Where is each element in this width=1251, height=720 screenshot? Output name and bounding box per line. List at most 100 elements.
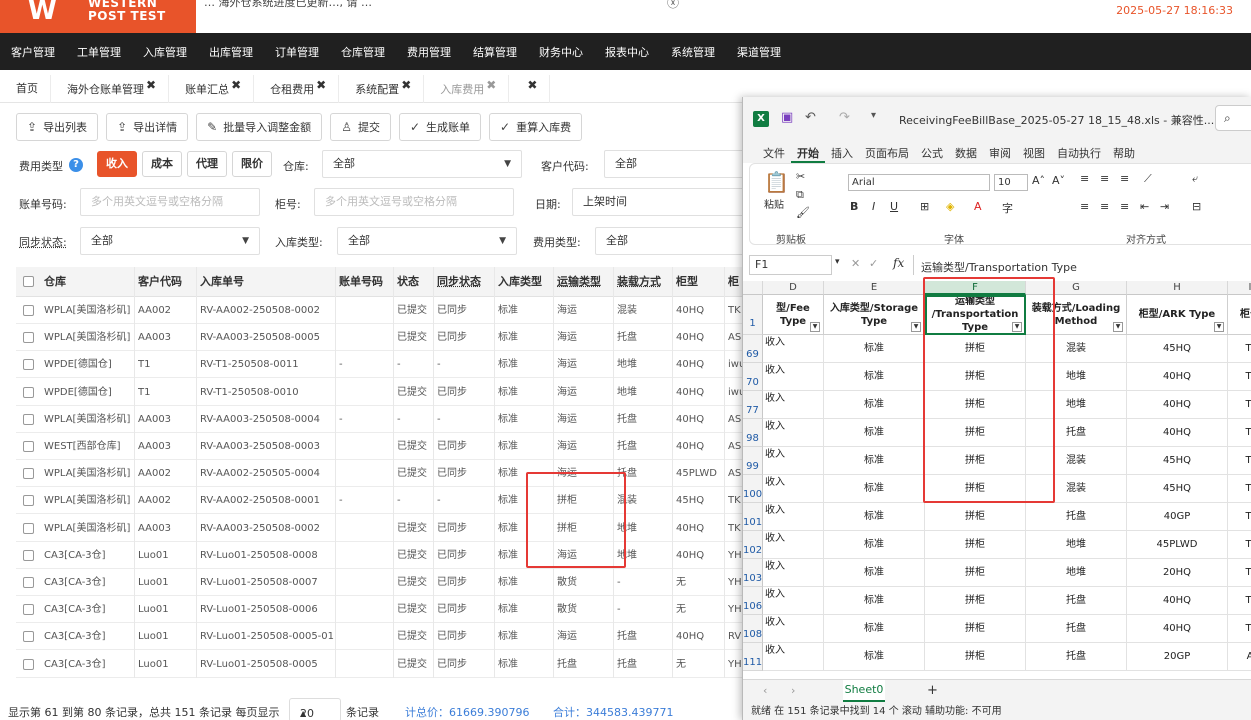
header-cell[interactable]: 入库类型/Storage Type ▼ bbox=[824, 295, 925, 335]
nav-item[interactable]: 出库管理 bbox=[198, 44, 264, 60]
border-icon[interactable]: ⊞ bbox=[920, 200, 929, 213]
excel-menu-item[interactable]: 帮助 bbox=[1107, 141, 1141, 163]
grid-cell[interactable]: 托盘 bbox=[1026, 503, 1127, 531]
grid-cell[interactable]: 收入 bbox=[763, 531, 824, 559]
warehouse-select[interactable]: 全部 ▼ bbox=[322, 150, 522, 178]
grid-cell[interactable]: 拼柜 bbox=[925, 559, 1026, 587]
redo-icon[interactable]: ↷ bbox=[839, 110, 850, 125]
align-center-icon[interactable]: ≡ bbox=[1100, 200, 1109, 213]
bill-no-input[interactable]: 多个用英文逗号或空格分隔 bbox=[80, 188, 260, 216]
underline-icon[interactable]: U bbox=[890, 200, 898, 213]
formula-value[interactable]: 运输类型/Transportation Type bbox=[921, 259, 1077, 275]
tab-item[interactable]: 账单汇总 ✖ bbox=[169, 75, 255, 103]
grid-cell[interactable]: Tl bbox=[1228, 503, 1251, 531]
bold-icon[interactable]: B bbox=[850, 200, 858, 213]
batch-import-button[interactable]: ✎ 批量导入调整金额 bbox=[196, 113, 323, 141]
grid-cell[interactable]: 拼柜 bbox=[925, 531, 1026, 559]
row-number[interactable]: 98 bbox=[743, 419, 763, 447]
phonetic-icon[interactable]: 字 bbox=[1002, 200, 1013, 216]
grid-cell[interactable]: 标准 bbox=[824, 587, 925, 615]
filter-dropdown-icon[interactable]: ▼ bbox=[1214, 322, 1224, 332]
grid-cell[interactable]: 标准 bbox=[824, 335, 925, 363]
row-number[interactable]: 103 bbox=[743, 559, 763, 587]
export-list-button[interactable]: ⇪ 导出列表 bbox=[16, 113, 99, 141]
column-header[interactable]: 入库单号 bbox=[200, 267, 244, 297]
grid-cell[interactable]: 地堆 bbox=[1026, 531, 1127, 559]
close-icon[interactable]: ✖ bbox=[316, 78, 326, 92]
fee-type-agent[interactable]: 代理 bbox=[187, 151, 227, 177]
grid-cell[interactable]: 托盘 bbox=[1026, 643, 1127, 671]
add-sheet-icon[interactable]: + bbox=[927, 683, 938, 698]
grid-cell[interactable]: 标准 bbox=[824, 643, 925, 671]
close-icon[interactable]: ✖ bbox=[146, 78, 156, 92]
grid-cell[interactable]: 托盘 bbox=[1026, 587, 1127, 615]
font-size-box[interactable]: 10 bbox=[994, 174, 1028, 191]
row-checkbox[interactable] bbox=[23, 495, 34, 507]
tab-item[interactable]: 入库费用 ✖ bbox=[424, 75, 510, 103]
grid-cell[interactable]: 40GP bbox=[1127, 503, 1228, 531]
grid-cell[interactable]: 标准 bbox=[824, 531, 925, 559]
fee-type-limit[interactable]: 限价 bbox=[232, 151, 272, 177]
grid-cell[interactable]: 40HQ bbox=[1127, 363, 1228, 391]
tab-item[interactable]: ✖ bbox=[509, 75, 551, 103]
help-icon[interactable]: ? bbox=[69, 158, 83, 172]
header-cell[interactable]: 型/Fee Type ▼ bbox=[763, 295, 824, 335]
column-header[interactable]: 同步状态 bbox=[437, 267, 481, 297]
select-all-checkbox[interactable] bbox=[23, 276, 34, 287]
row-number[interactable]: 111 bbox=[743, 643, 763, 671]
sync-select[interactable]: 全部 ▼ bbox=[80, 227, 260, 255]
page-size-select[interactable]: 20 ▲ bbox=[289, 698, 341, 720]
merge-icon[interactable]: ⊟ bbox=[1192, 200, 1201, 213]
fee-type-income[interactable]: 收入 bbox=[97, 151, 137, 177]
grid-cell[interactable]: Tl bbox=[1228, 615, 1251, 643]
row-checkbox[interactable] bbox=[23, 468, 34, 480]
excel-menu-item[interactable]: 插入 bbox=[825, 141, 859, 163]
filter-dropdown-icon[interactable]: ▼ bbox=[810, 322, 820, 332]
export-detail-button[interactable]: ⇪ 导出详情 bbox=[106, 113, 189, 141]
prev-sheet-icon[interactable]: ‹ bbox=[763, 684, 767, 697]
header-cell[interactable]: 柜号▼ bbox=[1228, 295, 1251, 335]
excel-menu-item[interactable]: 开始 bbox=[791, 141, 825, 163]
paste-button[interactable]: 粘贴 bbox=[764, 196, 784, 211]
column-header[interactable]: 状态 bbox=[397, 267, 419, 297]
align-bottom-icon[interactable]: ≡ bbox=[1120, 172, 1129, 185]
inbound-type-select[interactable]: 全部 ▼ bbox=[337, 227, 517, 255]
grid-cell[interactable]: 收入 bbox=[763, 587, 824, 615]
row-number[interactable]: 102 bbox=[743, 531, 763, 559]
row-number[interactable]: 100 bbox=[743, 475, 763, 503]
recalculate-button[interactable]: ✓ 重算入库费 bbox=[489, 113, 583, 141]
row-checkbox[interactable] bbox=[23, 305, 34, 316]
grid-cell[interactable]: Tl bbox=[1228, 391, 1251, 419]
excel-menu-item[interactable]: 页面布局 bbox=[859, 141, 915, 163]
grid-cell[interactable]: 收入 bbox=[763, 419, 824, 447]
grid-cell[interactable]: 标准 bbox=[824, 391, 925, 419]
grid-cell[interactable]: 45HQ bbox=[1127, 447, 1228, 475]
nav-item[interactable]: 仓库管理 bbox=[330, 44, 396, 60]
row-checkbox[interactable] bbox=[23, 549, 34, 561]
grid-cell[interactable]: 拼柜 bbox=[925, 643, 1026, 671]
column-header[interactable]: 仓库 bbox=[44, 267, 66, 297]
excel-menu-item[interactable]: 数据 bbox=[949, 141, 983, 163]
nav-item[interactable]: 渠道管理 bbox=[726, 44, 792, 60]
align-top-icon[interactable]: ≡ bbox=[1080, 172, 1089, 185]
submit-button[interactable]: ♙ 提交 bbox=[330, 113, 391, 141]
grid-cell[interactable]: 标准 bbox=[824, 615, 925, 643]
format-painter-icon[interactable]: 🖌 bbox=[796, 206, 810, 219]
excel-menu-item[interactable]: 审阅 bbox=[983, 141, 1017, 163]
grid-cell[interactable]: 拼柜 bbox=[925, 503, 1026, 531]
grid-cell[interactable]: 收入 bbox=[763, 391, 824, 419]
grid-cell[interactable]: 拼柜 bbox=[925, 587, 1026, 615]
indent-icon[interactable]: ⇤ bbox=[1140, 200, 1149, 213]
row-checkbox[interactable] bbox=[23, 332, 34, 344]
grid-cell[interactable]: 收入 bbox=[763, 559, 824, 587]
grid-cell[interactable]: Tl bbox=[1228, 447, 1251, 475]
grid-cell[interactable]: 45HQ bbox=[1127, 335, 1228, 363]
row-number[interactable]: 101 bbox=[743, 503, 763, 531]
column-header[interactable]: 柜型 bbox=[676, 267, 698, 297]
next-sheet-icon[interactable]: › bbox=[791, 684, 795, 697]
close-icon[interactable]: ✖ bbox=[231, 78, 241, 92]
grid-cell[interactable]: 收入 bbox=[763, 475, 824, 503]
header-cell[interactable]: 柜型/ARK Type ▼ bbox=[1127, 295, 1228, 335]
grid-cell[interactable]: 收入 bbox=[763, 643, 824, 671]
grow-font-icon[interactable]: A˄ bbox=[1032, 174, 1045, 187]
